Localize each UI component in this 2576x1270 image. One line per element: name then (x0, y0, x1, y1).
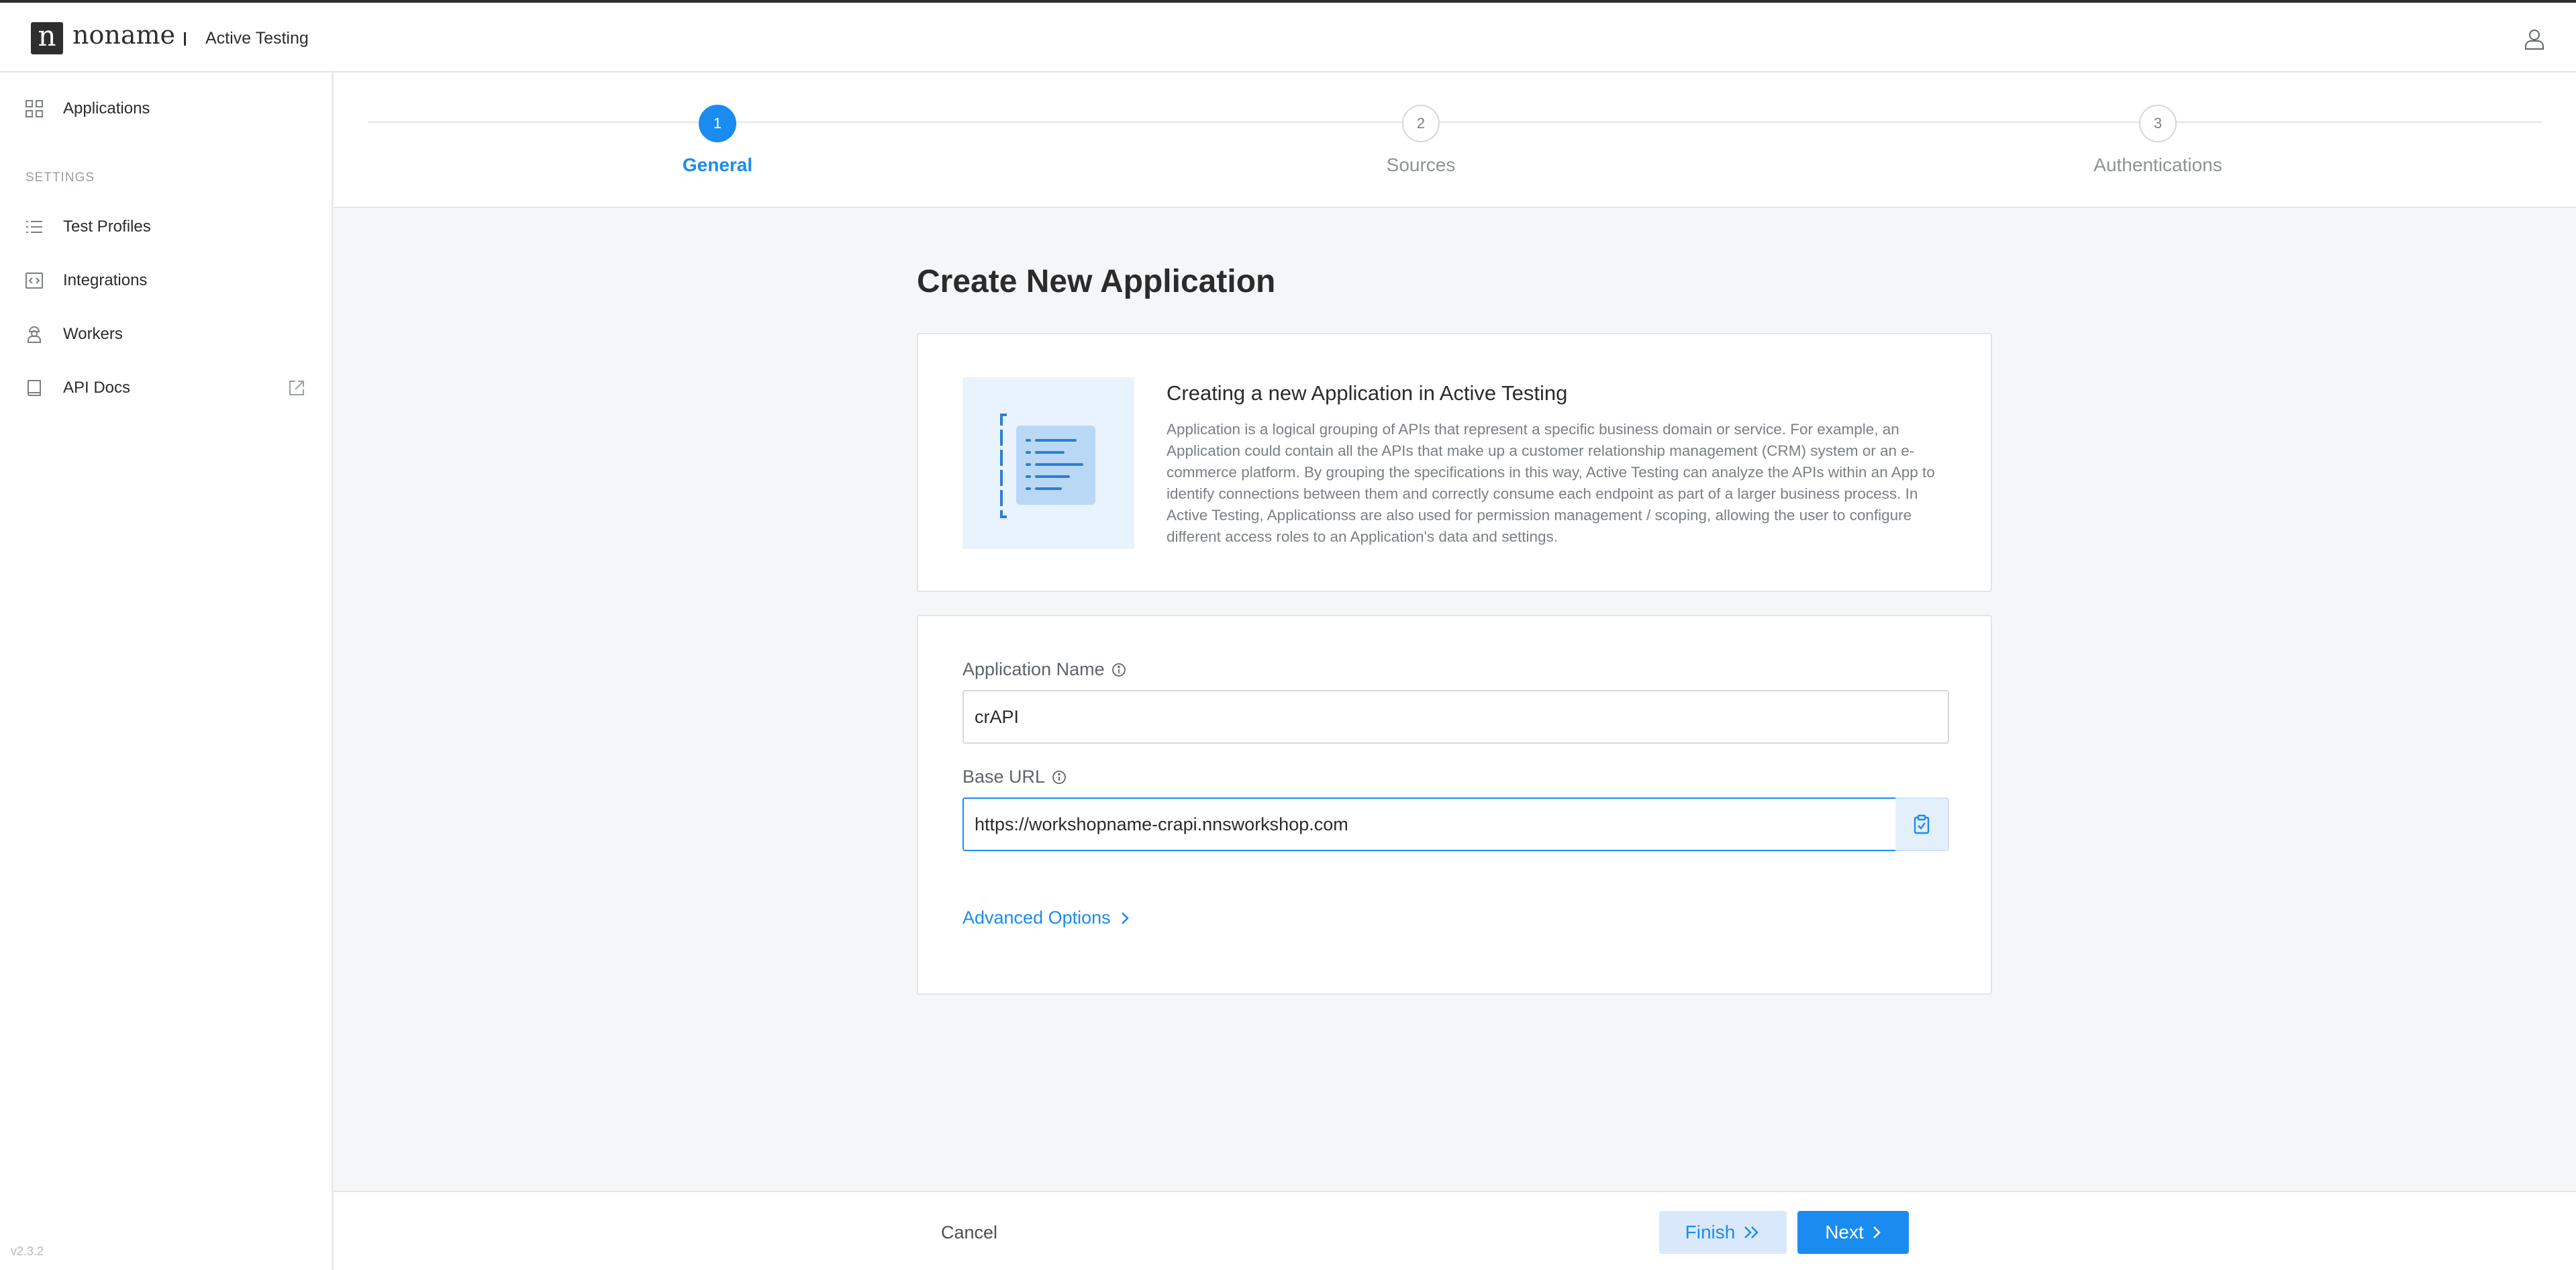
next-button-label: Next (1825, 1222, 1864, 1242)
advanced-options-link[interactable]: Advanced Options (962, 908, 1130, 928)
step-sources[interactable]: 2 Sources (1287, 105, 1555, 176)
external-link-icon[interactable] (287, 379, 306, 397)
app-version: v2.3.2 (11, 1244, 44, 1258)
sidebar: Applications SETTINGS Test Profiles Inte… (0, 72, 333, 1270)
sidebar-item-label: Applications (63, 99, 150, 117)
sidebar-item-label: Test Profiles (63, 217, 151, 236)
document-list-icon (1000, 413, 1095, 518)
application-form: Application Name Base URL Advanced Optio… (917, 615, 1992, 995)
cancel-button[interactable]: Cancel (941, 1214, 997, 1251)
step-general[interactable]: 1 General (583, 105, 852, 176)
info-title: Creating a new Application in Active Tes… (1167, 381, 1568, 405)
step-authentications[interactable]: 3 Authentications (2024, 105, 2292, 176)
sidebar-section-settings: SETTINGS (26, 170, 95, 185)
user-account-icon[interactable] (2522, 27, 2546, 51)
book-icon (28, 380, 41, 396)
application-name-input[interactable] (962, 690, 1949, 744)
noname-logo-icon[interactable]: n (31, 22, 63, 54)
sidebar-item-api-docs[interactable]: API Docs (0, 361, 332, 415)
sidebar-item-applications[interactable]: Applications (0, 82, 332, 136)
header-divider (184, 32, 186, 46)
step-label: Sources (1386, 154, 1456, 175)
worker-icon (28, 326, 41, 343)
list-icon (26, 221, 42, 233)
application-illustration (962, 377, 1134, 549)
step-label: General (682, 154, 753, 175)
chevron-right-icon (1121, 912, 1129, 924)
brand-name: noname (72, 20, 176, 50)
application-name-label: Application Name (962, 659, 1126, 680)
product-name: Active Testing (205, 29, 309, 48)
step-label: Authentications (2093, 154, 2222, 175)
top-bar: n noname Active Testing (0, 0, 2576, 72)
grid-icon (26, 100, 43, 117)
base-url-label: Base URL (962, 767, 1067, 787)
wizard-footer: Cancel Finish Next (334, 1191, 2576, 1270)
sidebar-item-label: API Docs (63, 379, 131, 397)
sidebar-item-test-profiles[interactable]: Test Profiles (0, 200, 332, 254)
sidebar-item-workers[interactable]: Workers (0, 307, 332, 361)
next-button[interactable]: Next (1797, 1211, 1909, 1254)
application-name-label-text: Application Name (962, 659, 1105, 679)
finish-button[interactable]: Finish (1659, 1211, 1787, 1254)
base-url-label-text: Base URL (962, 767, 1046, 787)
sidebar-item-integrations[interactable]: Integrations (0, 254, 332, 307)
base-url-input[interactable] (962, 797, 1897, 851)
advanced-options-label: Advanced Options (962, 908, 1111, 928)
page-title: Create New Application (917, 264, 1276, 299)
sidebar-item-label: Integrations (63, 271, 148, 289)
chevron-right-icon (1873, 1226, 1881, 1238)
code-icon (26, 273, 43, 289)
info-card: Creating a new Application in Active Tes… (917, 333, 1992, 592)
paste-from-clipboard-button[interactable] (1895, 797, 1949, 851)
sidebar-item-label: Workers (63, 325, 123, 343)
info-icon[interactable] (1052, 770, 1067, 785)
step-number: 3 (2139, 105, 2177, 142)
clipboard-icon (1914, 814, 1930, 834)
step-number: 2 (1402, 105, 1440, 142)
double-chevron-right-icon (1744, 1226, 1759, 1238)
wizard-stepper: 1 General 2 Sources 3 Authentications (334, 72, 2576, 208)
info-description: Application is a logical grouping of API… (1167, 421, 1935, 545)
step-number: 1 (699, 105, 736, 142)
info-icon[interactable] (1111, 663, 1126, 677)
finish-button-label: Finish (1685, 1222, 1736, 1242)
